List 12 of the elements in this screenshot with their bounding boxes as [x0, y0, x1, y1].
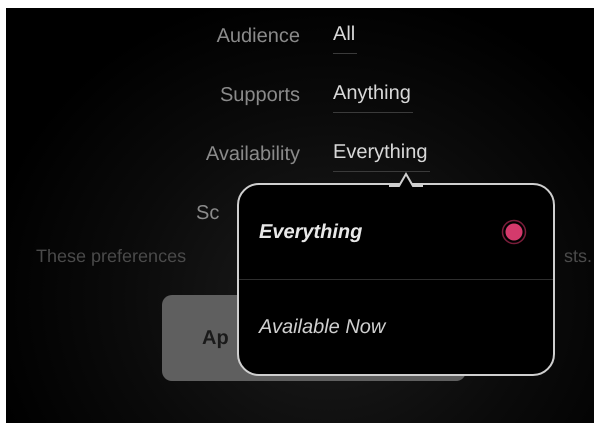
description-text: sts.: [564, 246, 592, 267]
setting-label: Audience: [216, 25, 300, 48]
option-item[interactable]: Available Now: [239, 279, 553, 374]
setting-label: Supports: [218, 84, 300, 107]
radio-selected-icon: [501, 219, 527, 245]
option-item[interactable]: Everything: [239, 185, 553, 279]
setting-label: Availability: [204, 143, 300, 166]
setting-label: Sc: [195, 202, 220, 225]
setting-value[interactable]: Anything: [333, 78, 413, 113]
description-text: These preferences: [36, 246, 186, 267]
setting-value[interactable]: Everything: [333, 137, 430, 172]
setting-value[interactable]: All: [333, 19, 358, 54]
